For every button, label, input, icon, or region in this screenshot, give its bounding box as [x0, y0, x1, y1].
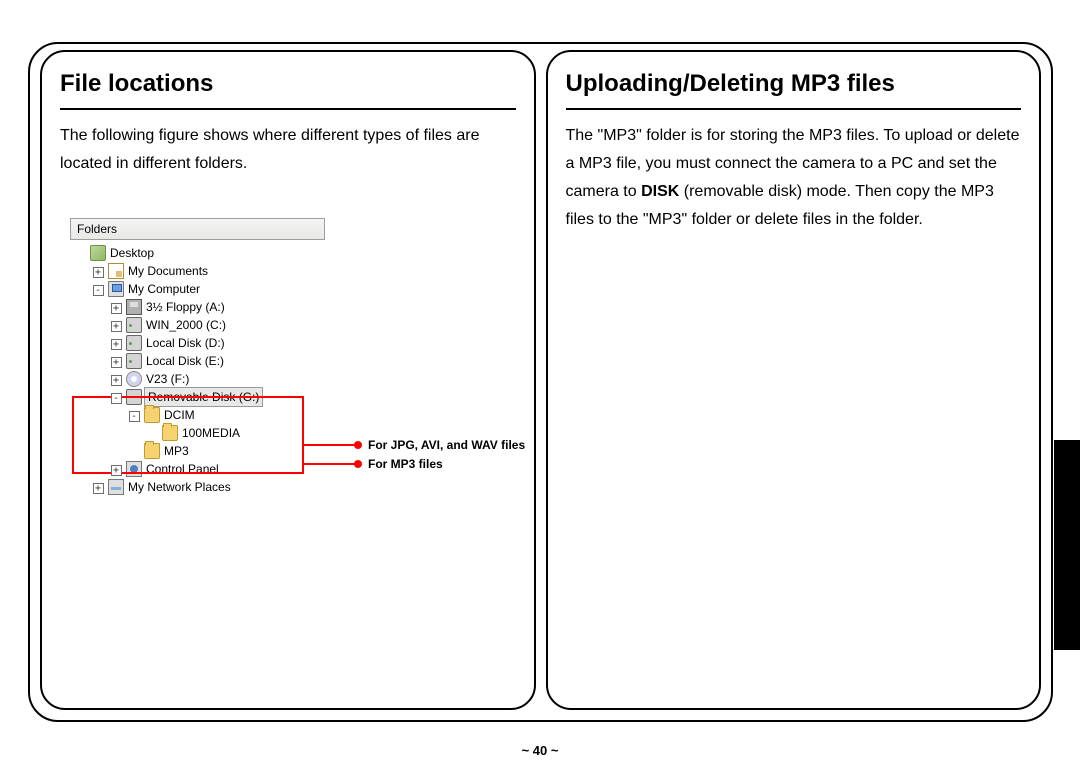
annotation-text: For JPG, AVI, and WAV files — [368, 438, 525, 452]
tree-row[interactable]: - My Computer — [72, 280, 325, 298]
tree-row[interactable]: MP3 — [72, 442, 325, 460]
tree-item-label: V23 (F:) — [144, 370, 189, 388]
tree-expander[interactable]: + — [108, 460, 126, 478]
tree-item-label: My Documents — [126, 262, 208, 280]
tree-row[interactable]: + Local Disk (D:) — [72, 334, 325, 352]
folder-icon — [144, 407, 160, 423]
cpanel-icon — [126, 461, 142, 477]
annotation-mp3: For MP3 files — [303, 457, 443, 471]
tree-item-label: DCIM — [162, 406, 195, 424]
docs-icon — [108, 263, 124, 279]
tree-expander[interactable]: + — [108, 370, 126, 388]
minus-icon[interactable]: - — [129, 411, 140, 422]
tree-row[interactable]: +3½ Floppy (A:) — [72, 298, 325, 316]
tree-row[interactable]: - Removable Disk (G:) — [72, 388, 325, 406]
plus-icon[interactable]: + — [111, 339, 122, 350]
tree-expander[interactable]: - — [108, 388, 126, 406]
folders-tree: Desktop+My Documents-My Computer+3½ Flop… — [70, 240, 325, 500]
cd-icon — [126, 371, 142, 387]
tree-expander[interactable]: + — [108, 298, 126, 316]
plus-icon[interactable]: + — [111, 303, 122, 314]
arrow-head-icon — [354, 441, 362, 449]
tree-expander[interactable]: - — [90, 280, 108, 298]
tree-row[interactable]: + My Network Places — [72, 478, 325, 496]
plus-icon[interactable]: + — [93, 483, 104, 494]
folder-icon — [144, 443, 160, 459]
tree-row[interactable]: + WIN_2000 (C:) — [72, 316, 325, 334]
intro-text: The following figure shows where differe… — [60, 122, 516, 178]
floppy-icon — [126, 299, 142, 315]
tree-row[interactable]: - DCIM — [72, 406, 325, 424]
mp3-instructions: The "MP3" folder is for storing the MP3 … — [566, 122, 1022, 234]
tree-expander[interactable]: + — [108, 352, 126, 370]
tree-item-label: Control Panel — [144, 460, 219, 478]
tree-expander[interactable]: + — [108, 316, 126, 334]
tree-item-label: MP3 — [162, 442, 189, 460]
tree-item-label: 100MEDIA — [180, 424, 240, 442]
tree-expander[interactable]: + — [108, 334, 126, 352]
tree-item-label: Local Disk (E:) — [144, 352, 224, 370]
desktop-icon — [90, 245, 106, 261]
panel-file-locations: File locations The following figure show… — [40, 50, 536, 710]
tree-row[interactable]: + V23 (F:) — [72, 370, 325, 388]
tree-expander[interactable]: + — [90, 262, 108, 280]
plus-icon[interactable]: + — [111, 375, 122, 386]
tree-item-label: My Computer — [126, 280, 200, 298]
page-number: ~ 40 ~ — [0, 743, 1080, 758]
panel-title-left: File locations — [60, 70, 516, 110]
folders-tree-widget: Folders Desktop + My Documents - My Computer… — [70, 218, 325, 500]
computer-icon — [108, 281, 124, 297]
tree-item-label: Desktop — [108, 244, 154, 262]
arrow-line — [303, 444, 355, 446]
plus-icon[interactable]: + — [93, 267, 104, 278]
plus-icon[interactable]: + — [111, 357, 122, 368]
tree-expander[interactable]: + — [90, 478, 108, 496]
drive-icon — [126, 317, 142, 333]
removable-icon — [126, 389, 142, 405]
drive-icon — [126, 353, 142, 369]
tree-row[interactable]: + My Documents — [72, 262, 325, 280]
section-tab-bg — [1054, 440, 1080, 650]
plus-icon[interactable]: + — [111, 465, 122, 476]
panel-title-right: Uploading/Deleting MP3 files — [566, 70, 1022, 110]
tree-item-label: WIN_2000 (C:) — [144, 316, 226, 334]
arrow-head-icon — [354, 460, 362, 468]
minus-icon[interactable]: - — [93, 285, 104, 296]
plus-icon[interactable]: + — [111, 321, 122, 332]
arrow-line — [303, 463, 355, 465]
drive-icon — [126, 335, 142, 351]
network-icon — [108, 479, 124, 495]
tree-row[interactable]: 100MEDIA — [72, 424, 325, 442]
tree-item-label: 3½ Floppy (A:) — [144, 298, 225, 316]
panel-uploading-deleting: Uploading/Deleting MP3 files The "MP3" f… — [546, 50, 1042, 710]
annotation-text: For MP3 files — [368, 457, 443, 471]
tree-expander[interactable]: - — [126, 406, 144, 424]
annotation-100media: For JPG, AVI, and WAV files — [303, 438, 525, 452]
tree-row[interactable]: + Control Panel — [72, 460, 325, 478]
tree-item-label: Local Disk (D:) — [144, 334, 225, 352]
folder-icon — [162, 425, 178, 441]
tree-row[interactable]: Desktop — [72, 244, 325, 262]
text-bold-disk: DISK — [641, 183, 679, 200]
tree-item-label: Removable Disk (G:) — [144, 387, 263, 407]
tree-item-label: My Network Places — [126, 478, 231, 496]
folders-header: Folders — [70, 218, 325, 240]
tree-row[interactable]: + Local Disk (E:) — [72, 352, 325, 370]
page-frame: File locations The following figure show… — [28, 42, 1053, 722]
minus-icon[interactable]: - — [111, 393, 122, 404]
